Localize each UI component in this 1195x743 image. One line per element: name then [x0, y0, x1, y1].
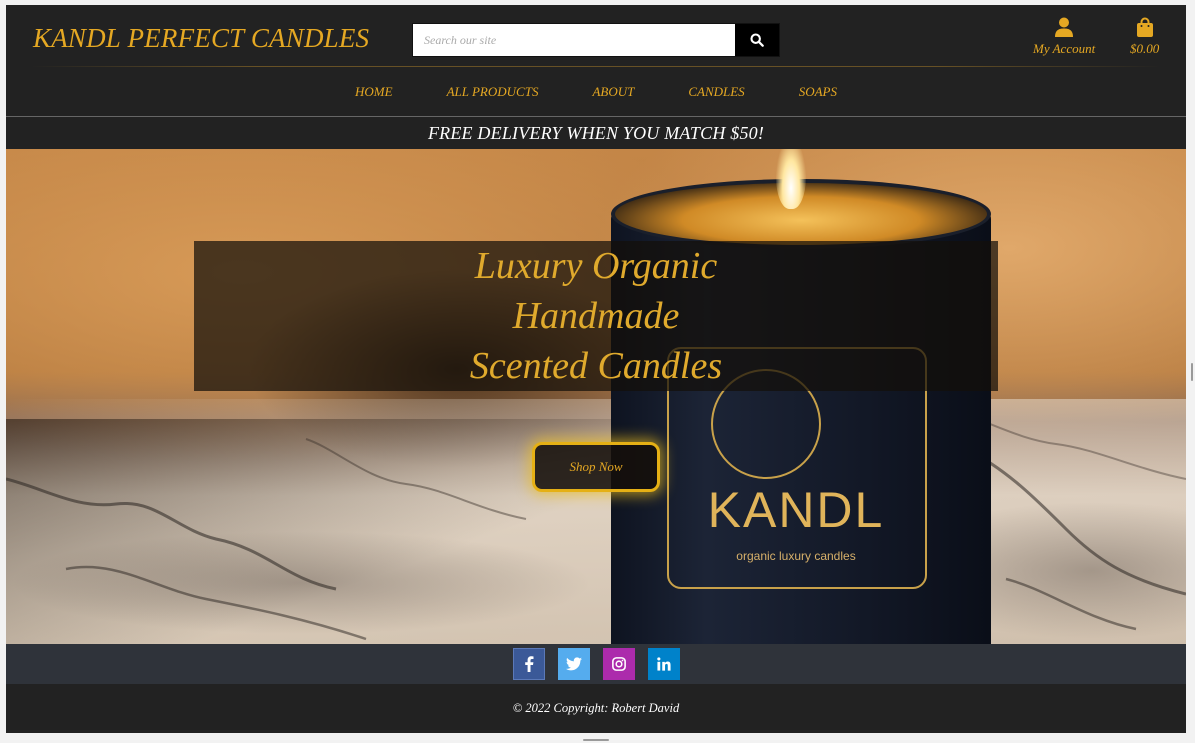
- search-input[interactable]: [413, 24, 736, 56]
- facebook-icon: [524, 656, 533, 672]
- nav-soaps[interactable]: SOAPS: [799, 84, 837, 100]
- copyright-text: © 2022 Copyright: Robert David: [512, 701, 680, 715]
- candle-flame: [776, 149, 806, 209]
- search-button[interactable]: [735, 24, 779, 56]
- bag-total: $0.00: [1130, 41, 1160, 56]
- site-header: KANDL PERFECT CANDLES My Account: [6, 5, 1186, 67]
- delivery-banner-text: FREE DELIVERY WHEN YOU MATCH $50!: [427, 122, 765, 143]
- bottom-scroll-handle[interactable]: [583, 739, 609, 741]
- side-scroll-handle[interactable]: [1191, 363, 1193, 381]
- facebook-link[interactable]: [512, 648, 545, 680]
- hero-title-line-1: Luxury Organic: [474, 245, 718, 287]
- twitter-icon: [565, 657, 582, 671]
- marble-veins: [6, 408, 1186, 641]
- instagram-icon: [611, 657, 626, 671]
- hero-title-box: Luxury Organic Handmade Scented Candles: [194, 241, 998, 391]
- instagram-link[interactable]: [602, 648, 635, 680]
- brand-logo[interactable]: KANDL PERFECT CANDLES: [33, 23, 369, 54]
- delivery-banner: FREE DELIVERY WHEN YOU MATCH $50!: [6, 117, 1186, 149]
- search-icon: [750, 33, 764, 47]
- nav-about[interactable]: ABOUT: [592, 84, 634, 100]
- shopping-bag-icon: [1136, 17, 1153, 37]
- linkedin-icon: [656, 657, 671, 671]
- my-account-link[interactable]: My Account: [1033, 17, 1095, 57]
- shopping-bag-link[interactable]: $0.00: [1130, 17, 1159, 57]
- my-account-label: My Account: [1033, 41, 1096, 56]
- nav-candles[interactable]: CANDLES: [688, 84, 744, 100]
- hero-title-line-2: Handmade: [512, 295, 680, 337]
- site-footer: © 2022 Copyright: Robert David: [6, 684, 1186, 733]
- page-frame: KANDL PERFECT CANDLES My Account: [6, 5, 1186, 733]
- social-bar: [6, 644, 1186, 684]
- user-icon: [1055, 17, 1074, 37]
- main-nav: HOME ALL PRODUCTS ABOUT CANDLES SOAPS: [6, 67, 1186, 117]
- search-form: [412, 23, 780, 57]
- hero-title-line-3: Scented Candles: [469, 345, 723, 387]
- linkedin-link[interactable]: [647, 648, 680, 680]
- shop-now-button[interactable]: Shop Now: [532, 442, 660, 492]
- nav-home[interactable]: HOME: [355, 84, 393, 100]
- candle-tagline: organic luxury candles: [736, 549, 856, 563]
- twitter-link[interactable]: [557, 648, 590, 680]
- nav-all-products[interactable]: ALL PRODUCTS: [447, 84, 539, 100]
- hero-section: KANDL organic luxury candles Luxury Orga…: [6, 149, 1186, 644]
- candle-brand-text: KANDL: [707, 482, 885, 538]
